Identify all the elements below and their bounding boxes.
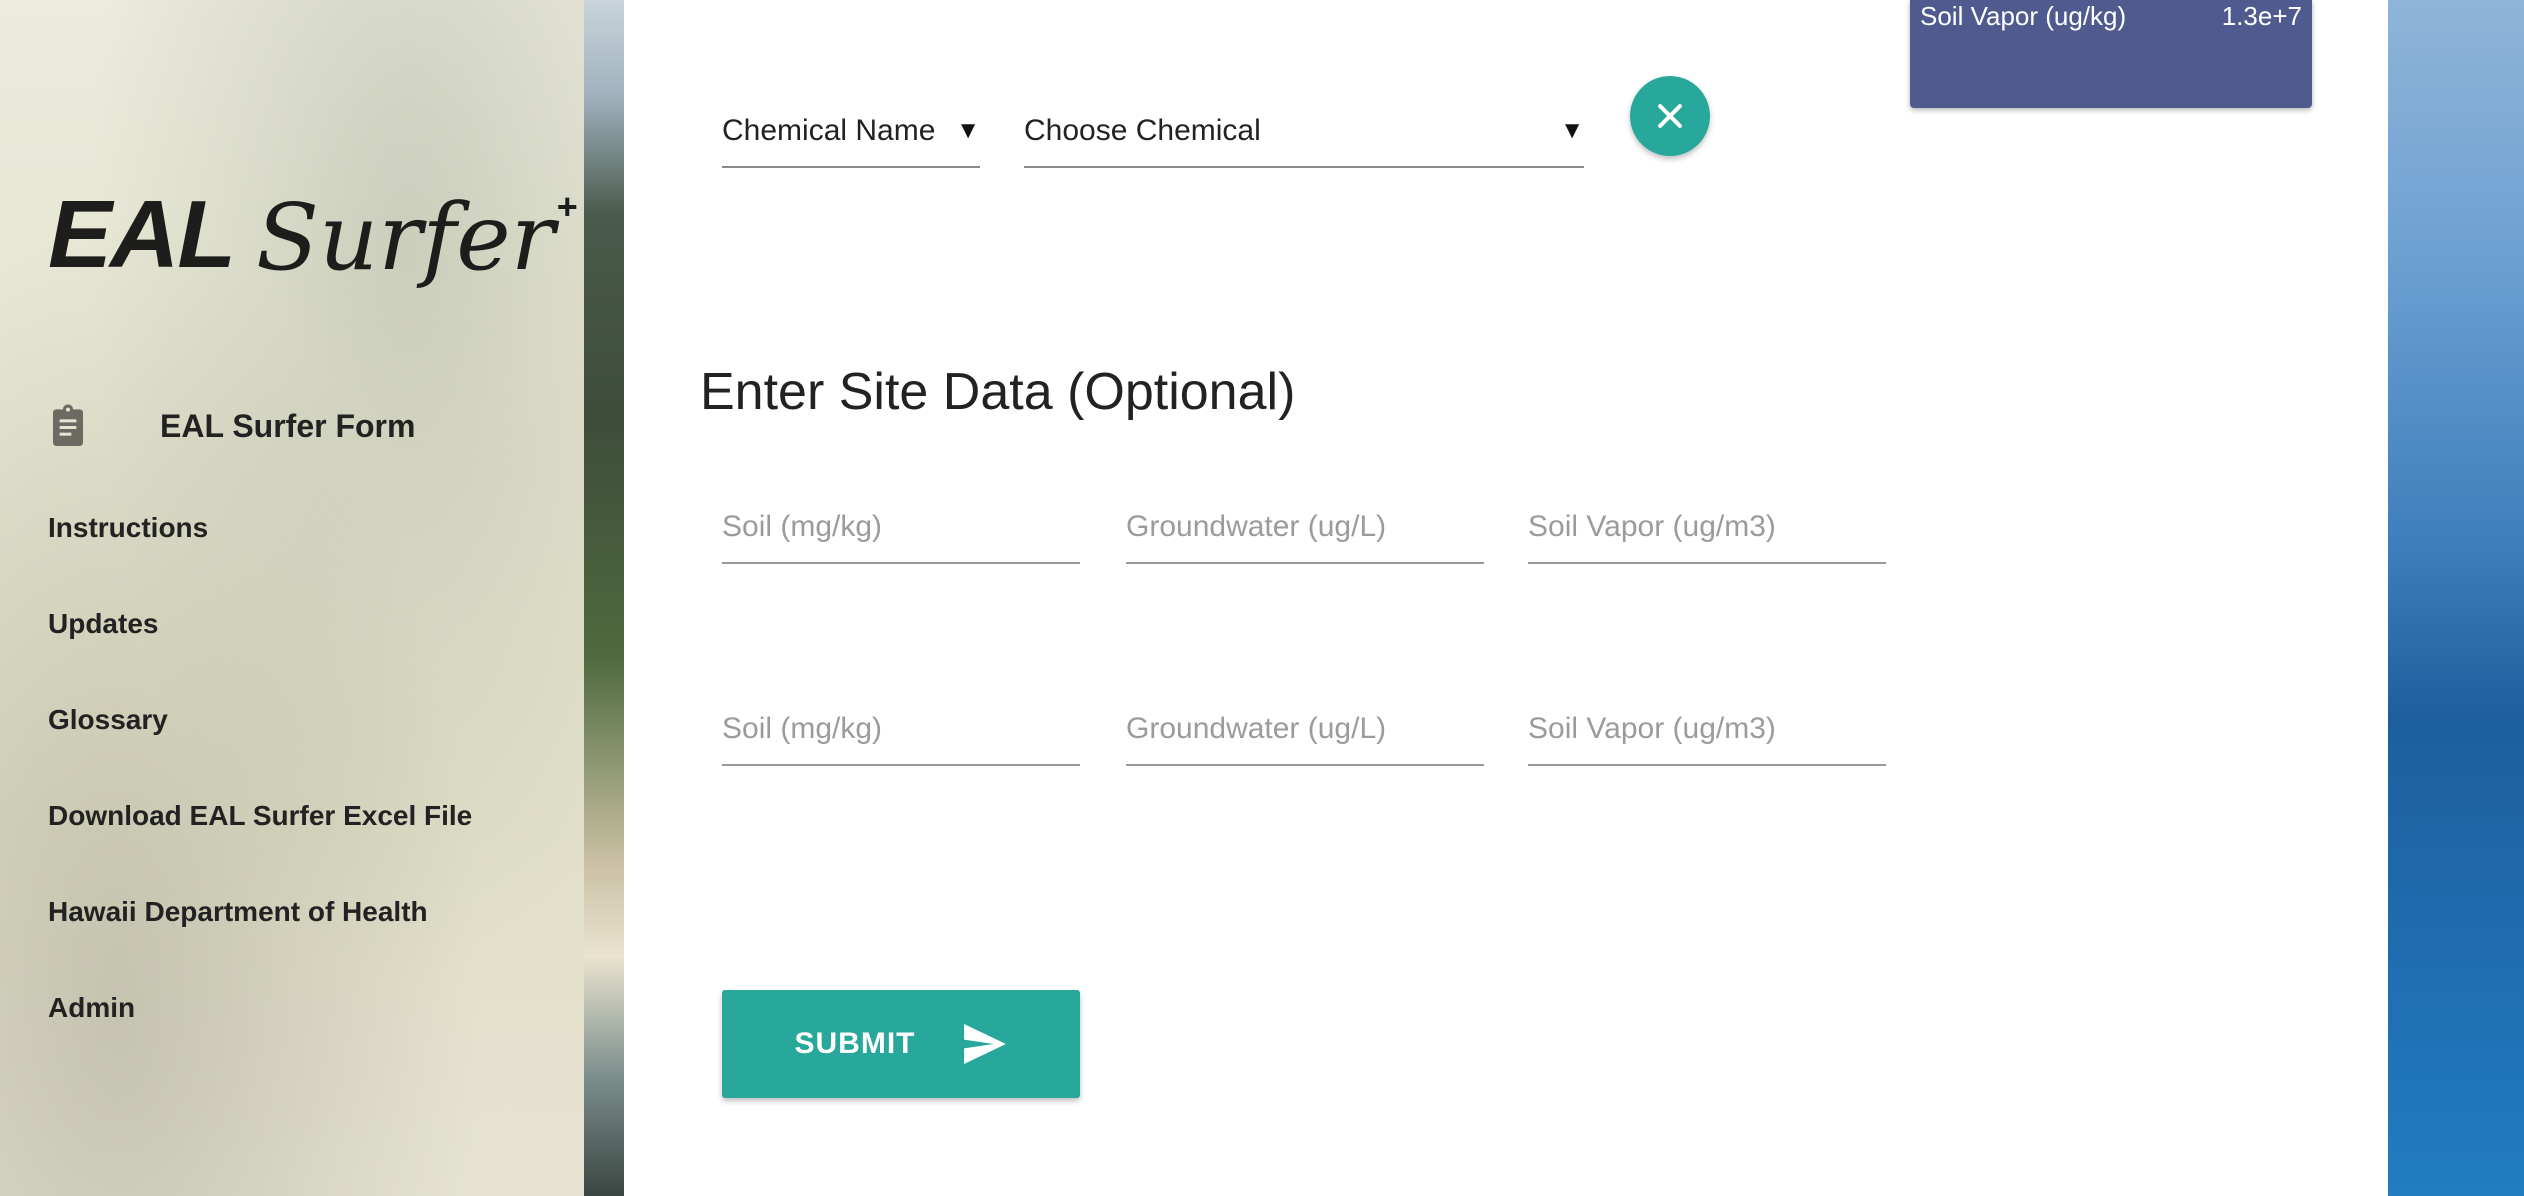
sidebar: EAL Surfer + EAL Surfer Form Instruction… <box>0 0 584 1196</box>
soil-vapor-field[interactable] <box>1528 694 1886 766</box>
tooltip-label: Soil Vapor (ug/kg) <box>1920 1 2127 31</box>
logo-eal-text: EAL <box>48 181 236 288</box>
clear-chemical-button[interactable] <box>1630 76 1710 156</box>
search-type-select[interactable]: Chemical Name ▼ <box>722 96 980 168</box>
soil-vapor-field[interactable] <box>1528 492 1886 564</box>
soil-input[interactable] <box>722 694 1080 764</box>
search-type-value: Chemical Name <box>722 114 936 147</box>
background-photo-ocean <box>2388 0 2524 1196</box>
logo-plus-text: + <box>556 186 578 227</box>
site-data-title: Enter Site Data (Optional) <box>700 363 1296 421</box>
groundwater-input[interactable] <box>1126 694 1484 764</box>
sidebar-item-updates[interactable]: Updates <box>48 603 472 699</box>
send-icon <box>963 1024 1006 1064</box>
tooltip-row: Soil Vapor (ug/kg) 1.3e+7 <box>1910 0 2312 32</box>
soil-field[interactable] <box>722 694 1080 766</box>
page: EAL Surfer + EAL Surfer Form Instruction… <box>0 0 2524 1196</box>
chemical-select[interactable]: Choose Chemical ▼ <box>1024 96 1584 168</box>
submit-button[interactable]: SUBMIT <box>722 990 1080 1098</box>
close-icon <box>1658 104 1682 128</box>
soil-vapor-input[interactable] <box>1528 492 1886 562</box>
sidebar-nav: Instructions Updates Glossary Download E… <box>48 507 472 1083</box>
clipboard-icon <box>53 404 83 446</box>
soil-field[interactable] <box>722 492 1080 564</box>
main-card: Chemical Name ▼ Choose Chemical ▼ Soil V… <box>624 0 2388 1196</box>
app-logo[interactable]: EAL Surfer + <box>48 180 578 291</box>
tooltip-value: 1.3e+7 <box>2221 1 2302 31</box>
submit-label: SUBMIT <box>794 1027 916 1060</box>
groundwater-field[interactable] <box>1126 694 1484 766</box>
soil-input[interactable] <box>722 492 1080 562</box>
logo-surfer-text: Surfer <box>256 184 555 291</box>
sidebar-item-hawaii-doh[interactable]: Hawaii Department of Health <box>48 891 472 987</box>
sidebar-item-admin[interactable]: Admin <box>48 987 472 1083</box>
sidebar-item-label: EAL Surfer Form <box>160 407 416 444</box>
dropdown-arrow-icon: ▼ <box>956 117 980 144</box>
sidebar-item-glossary[interactable]: Glossary <box>48 699 472 795</box>
sidebar-item-eal-surfer-form[interactable]: EAL Surfer Form <box>48 404 415 448</box>
dropdown-arrow-icon: ▼ <box>1560 117 1584 144</box>
sidebar-item-download-excel[interactable]: Download EAL Surfer Excel File <box>48 795 472 891</box>
sidebar-item-instructions[interactable]: Instructions <box>48 507 472 603</box>
background-photo-coast <box>584 0 624 1196</box>
soil-vapor-input[interactable] <box>1528 694 1886 764</box>
groundwater-input[interactable] <box>1126 492 1484 562</box>
results-tooltip: Soil Vapor (ug/kg) 1.3e+7 <box>1910 0 2312 108</box>
chemical-select-value: Choose Chemical <box>1024 114 1261 147</box>
groundwater-field[interactable] <box>1126 492 1484 564</box>
